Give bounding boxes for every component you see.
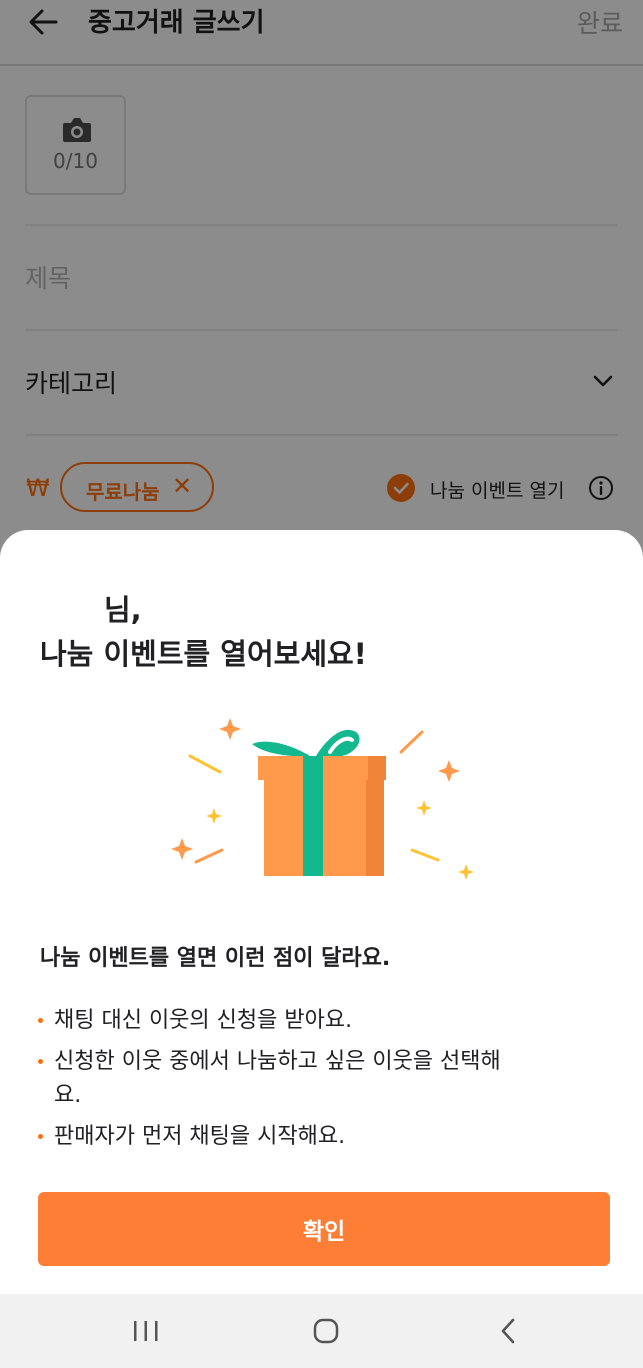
recent-apps-icon (134, 1321, 158, 1341)
gift-illustration (171, 718, 474, 880)
bullet-icon (38, 1134, 43, 1139)
greeting-message: 나눔 이벤트를 열어보세요! (40, 637, 367, 671)
home-button[interactable] (306, 1312, 346, 1350)
list-item: 신청한 이웃 중에서 나눔하고 싶은 이웃을 선택해요. (38, 1045, 518, 1113)
system-nav-bar (0, 1294, 643, 1368)
recent-apps-button[interactable] (126, 1312, 166, 1350)
benefit-text: 판매자가 먼저 채팅을 시작해요. (54, 1124, 346, 1149)
bullet-icon (38, 1059, 43, 1064)
sheet-title: 님, 나눔 이벤트를 열어보세요! (40, 588, 367, 676)
benefit-text: 채팅 대신 이웃의 신청을 받아요. (54, 1008, 353, 1033)
benefit-title: 나눔 이벤트를 열면 이런 점이 달라요. (40, 946, 391, 971)
confirm-button[interactable]: 확인 (38, 1192, 610, 1266)
bottom-sheet: 님, 나눔 이벤트를 열어보세요! 나눔 이벤트를 열면 이런 점이 달라요. … (0, 530, 643, 1294)
list-item: 채팅 대신 이웃의 신청을 받아요. (38, 1004, 598, 1038)
greeting-name: 님, (104, 593, 142, 627)
benefit-list: 채팅 대신 이웃의 신청을 받아요. 신청한 이웃 중에서 나눔하고 싶은 이웃… (38, 1004, 598, 1161)
benefit-text: 신청한 이웃 중에서 나눔하고 싶은 이웃을 선택해요. (54, 1049, 501, 1108)
bullet-icon (38, 1018, 43, 1023)
list-item: 판매자가 먼저 채팅을 시작해요. (38, 1120, 598, 1154)
system-back-icon (501, 1318, 515, 1344)
system-back-button[interactable] (488, 1312, 528, 1350)
home-icon (313, 1318, 339, 1344)
